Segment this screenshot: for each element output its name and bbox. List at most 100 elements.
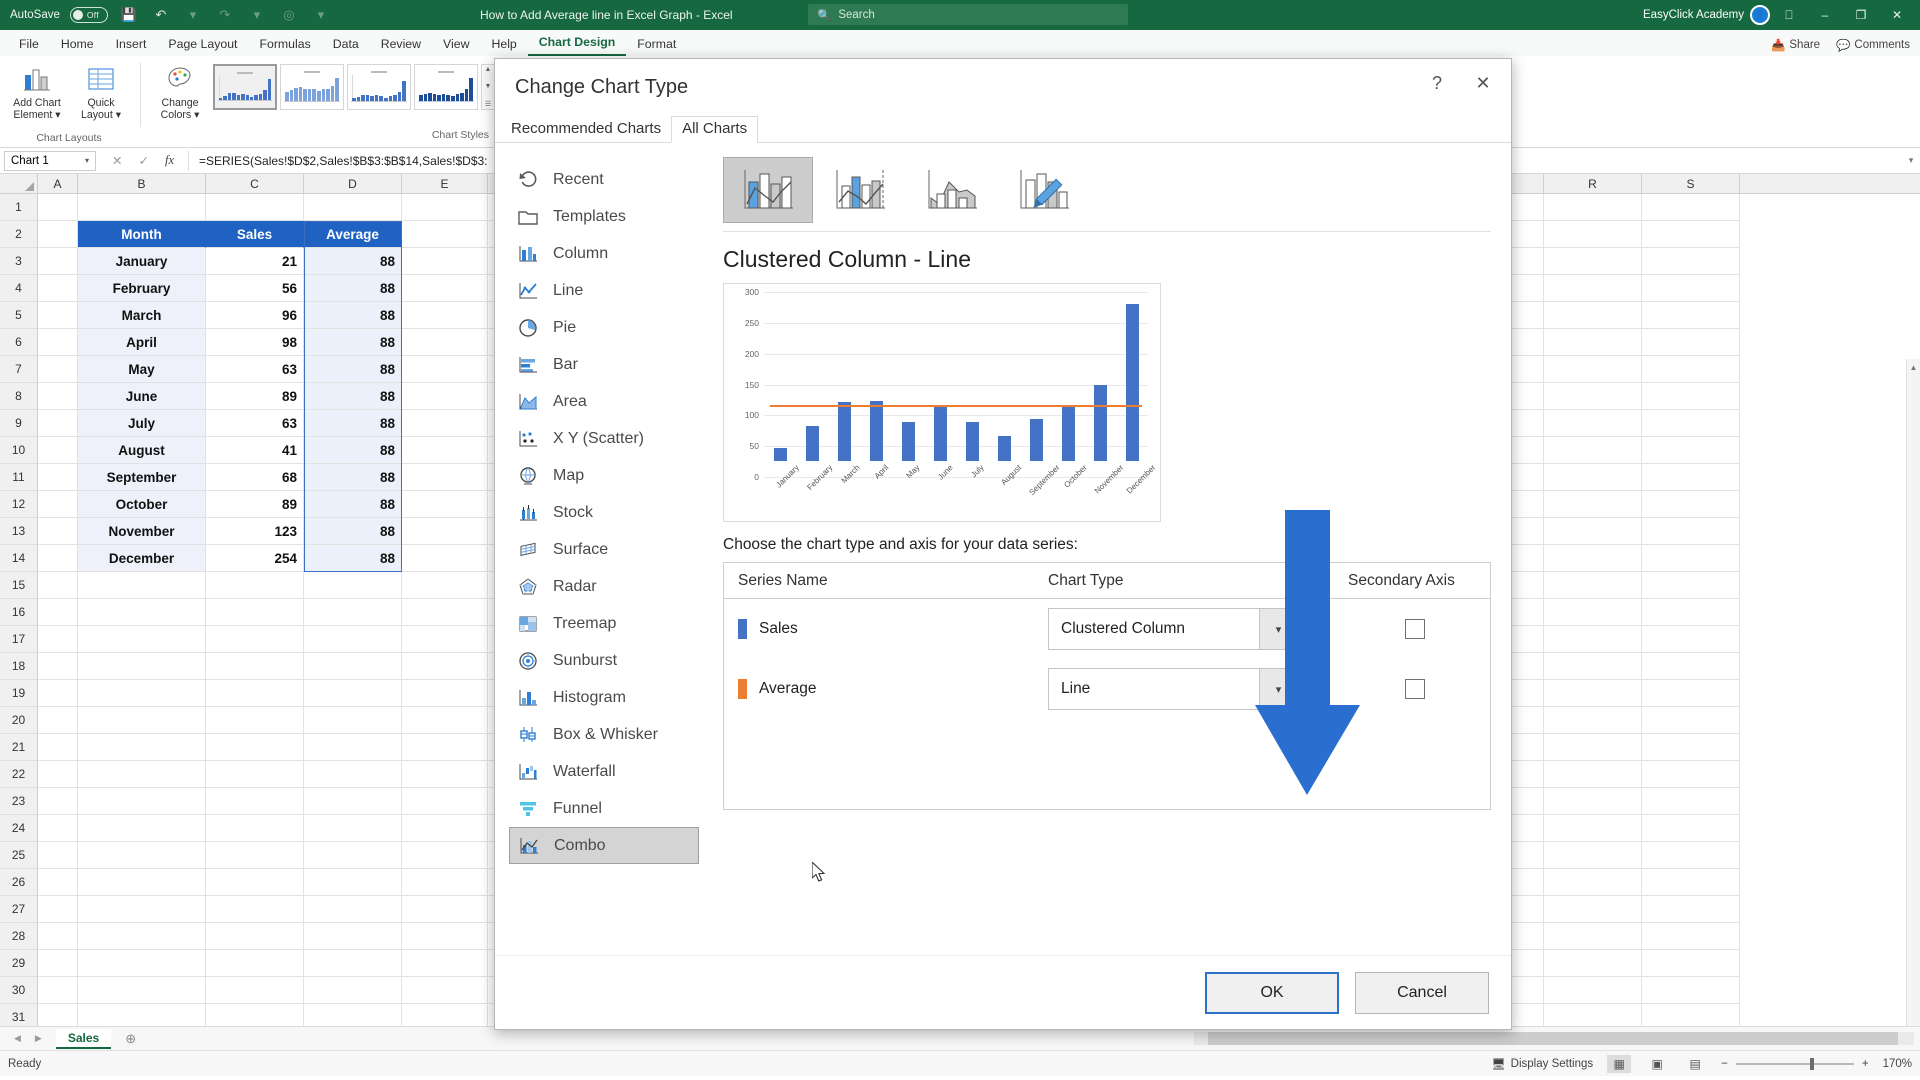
chart-category-histogram[interactable]: Histogram — [509, 679, 699, 716]
row-header-17[interactable]: 17 — [0, 626, 37, 653]
cell-R14[interactable] — [1544, 545, 1642, 572]
row-header-15[interactable]: 15 — [0, 572, 37, 599]
cell-E19[interactable] — [402, 680, 488, 707]
cell-E27[interactable] — [402, 896, 488, 923]
secondary-axis-checkbox-average[interactable] — [1405, 679, 1425, 699]
chart-category-bar[interactable]: Bar — [509, 346, 699, 383]
cell-A4[interactable] — [38, 275, 78, 302]
cell-D23[interactable] — [304, 788, 402, 815]
cell-E5[interactable] — [402, 302, 488, 329]
row-header-4[interactable]: 4 — [0, 275, 37, 302]
combo-variant-clustered-column-line-secondary-axis[interactable] — [815, 157, 905, 223]
cell-D16[interactable] — [304, 599, 402, 626]
cell-A21[interactable] — [38, 734, 78, 761]
cell-S31[interactable] — [1642, 1004, 1740, 1026]
cell-E2[interactable] — [402, 221, 488, 248]
cell-C11[interactable]: 68 — [206, 464, 304, 491]
autosave-toggle[interactable]: Off — [70, 7, 108, 23]
cell-S21[interactable] — [1642, 734, 1740, 761]
cell-C5[interactable]: 96 — [206, 302, 304, 329]
cell-R20[interactable] — [1544, 707, 1642, 734]
cell-C10[interactable]: 41 — [206, 437, 304, 464]
ribbon-tab-review[interactable]: Review — [370, 34, 432, 56]
cell-S20[interactable] — [1642, 707, 1740, 734]
cell-R17[interactable] — [1544, 626, 1642, 653]
row-header-21[interactable]: 21 — [0, 734, 37, 761]
cell-B14[interactable]: December — [78, 545, 206, 572]
redo-icon[interactable]: ↷ — [214, 4, 236, 26]
cell-D22[interactable] — [304, 761, 402, 788]
row-header-12[interactable]: 12 — [0, 491, 37, 518]
cell-D9[interactable]: 88 — [304, 410, 402, 437]
cell-C26[interactable] — [206, 869, 304, 896]
cell-D24[interactable] — [304, 815, 402, 842]
cell-A31[interactable] — [38, 1004, 78, 1026]
cell-C7[interactable]: 63 — [206, 356, 304, 383]
row-header-6[interactable]: 6 — [0, 329, 37, 356]
cell-S22[interactable] — [1642, 761, 1740, 788]
cell-R23[interactable] — [1544, 788, 1642, 815]
cell-S28[interactable] — [1642, 923, 1740, 950]
chart-category-line[interactable]: Line — [509, 272, 699, 309]
row-header-26[interactable]: 26 — [0, 869, 37, 896]
cell-A7[interactable] — [38, 356, 78, 383]
row-header-7[interactable]: 7 — [0, 356, 37, 383]
cell-B28[interactable] — [78, 923, 206, 950]
cell-R13[interactable] — [1544, 518, 1642, 545]
cell-B13[interactable]: November — [78, 518, 206, 545]
row-header-27[interactable]: 27 — [0, 896, 37, 923]
cell-S2[interactable] — [1642, 221, 1740, 248]
cell-R24[interactable] — [1544, 815, 1642, 842]
gallery-up-icon[interactable]: ▲ — [485, 66, 492, 73]
cell-B18[interactable] — [78, 653, 206, 680]
row-header-14[interactable]: 14 — [0, 545, 37, 572]
row-header-28[interactable]: 28 — [0, 923, 37, 950]
cell-R1[interactable] — [1544, 194, 1642, 221]
quick-layout-button[interactable]: QuickLayout ▾ — [70, 60, 132, 125]
cell-E9[interactable] — [402, 410, 488, 437]
cell-C12[interactable]: 89 — [206, 491, 304, 518]
cell-D13[interactable]: 88 — [304, 518, 402, 545]
cell-E6[interactable] — [402, 329, 488, 356]
save-icon[interactable]: 💾 — [118, 4, 140, 26]
cell-A20[interactable] — [38, 707, 78, 734]
select-all-corner[interactable] — [0, 174, 38, 193]
cell-R8[interactable] — [1544, 383, 1642, 410]
cell-R19[interactable] — [1544, 680, 1642, 707]
cell-S24[interactable] — [1642, 815, 1740, 842]
row-header-25[interactable]: 25 — [0, 842, 37, 869]
cell-A28[interactable] — [38, 923, 78, 950]
ribbon-tab-page-layout[interactable]: Page Layout — [157, 34, 248, 56]
chart-styles-gallery[interactable]: ▲ ▼ ☰ — [213, 60, 495, 110]
cell-E18[interactable] — [402, 653, 488, 680]
cell-C25[interactable] — [206, 842, 304, 869]
cell-A11[interactable] — [38, 464, 78, 491]
combo-variant-stacked-area-clustered-column[interactable] — [907, 157, 997, 223]
cell-B29[interactable] — [78, 950, 206, 977]
row-header-24[interactable]: 24 — [0, 815, 37, 842]
cell-B7[interactable]: May — [78, 356, 206, 383]
cell-E28[interactable] — [402, 923, 488, 950]
cell-E13[interactable] — [402, 518, 488, 545]
cell-A16[interactable] — [38, 599, 78, 626]
cell-D11[interactable]: 88 — [304, 464, 402, 491]
cell-R7[interactable] — [1544, 356, 1642, 383]
chart-category-x-y-scatter[interactable]: X Y (Scatter) — [509, 420, 699, 457]
cell-S3[interactable] — [1642, 248, 1740, 275]
column-header-A[interactable]: A — [38, 174, 78, 193]
chart-category-list[interactable]: RecentTemplatesColumnLinePieBarAreaX Y (… — [495, 153, 709, 955]
cell-C9[interactable]: 63 — [206, 410, 304, 437]
zoom-level[interactable]: 170% — [1883, 1058, 1912, 1070]
minimize-icon[interactable]: – — [1808, 0, 1842, 30]
cell-E31[interactable] — [402, 1004, 488, 1026]
cell-C3[interactable]: 21 — [206, 248, 304, 275]
cell-C31[interactable] — [206, 1004, 304, 1026]
cell-B6[interactable]: April — [78, 329, 206, 356]
cell-E1[interactable] — [402, 194, 488, 221]
vertical-scrollbar[interactable]: ▲ — [1906, 359, 1920, 1026]
column-header-C[interactable]: C — [206, 174, 304, 193]
cell-R22[interactable] — [1544, 761, 1642, 788]
ribbon-tab-data[interactable]: Data — [322, 34, 370, 56]
chart-category-funnel[interactable]: Funnel — [509, 790, 699, 827]
row-header-29[interactable]: 29 — [0, 950, 37, 977]
